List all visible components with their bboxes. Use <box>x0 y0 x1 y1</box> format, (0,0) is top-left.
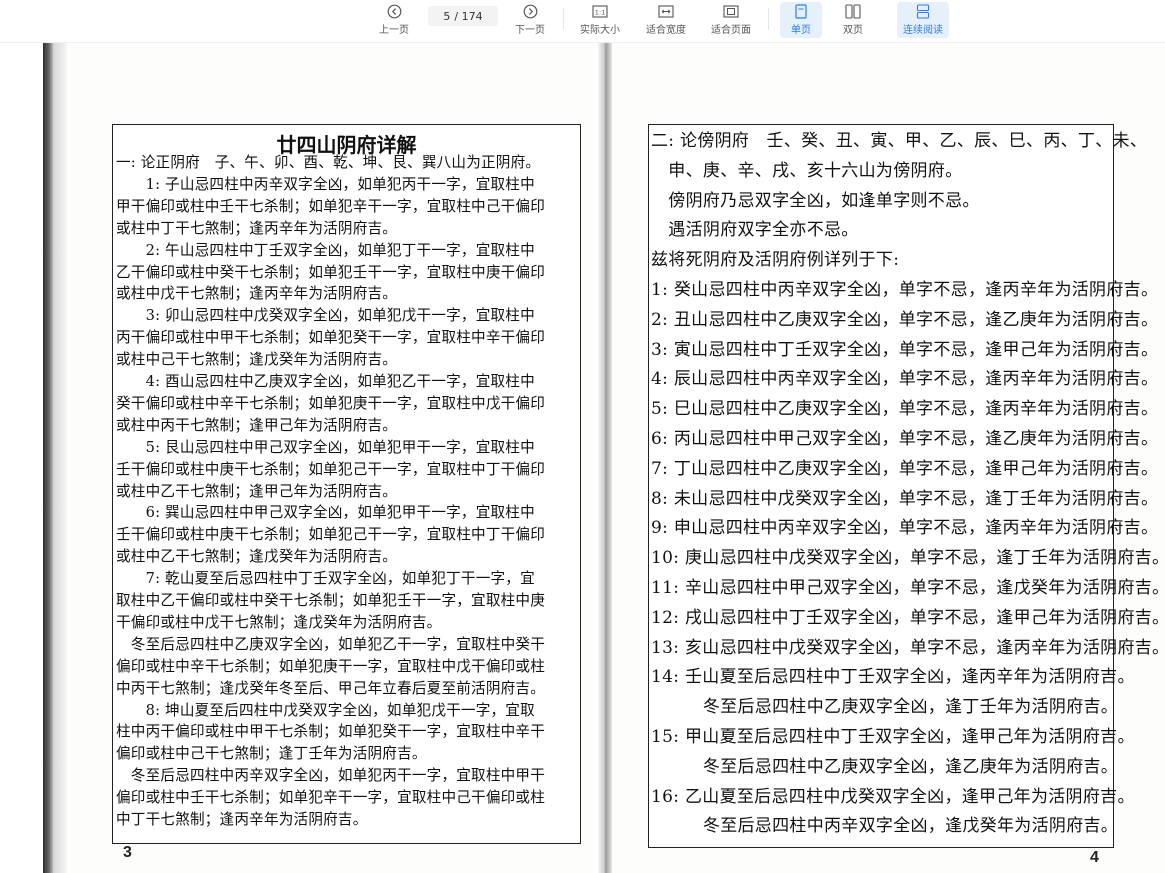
text-line: 中丙干七煞制；逢戊癸年冬至后、甲己年立春后夏至前活阴府吉。 <box>116 679 546 697</box>
scan-edge-highlight <box>53 43 67 873</box>
page-total: / 174 <box>454 9 483 23</box>
page-number-box[interactable]: 5 / 174 <box>428 6 498 26</box>
fit-width-label: 适合宽度 <box>646 25 686 36</box>
text-line: 取柱中乙干偏印或柱中癸干七杀制；如单犯壬干一字，宜取柱中庚 <box>116 592 546 609</box>
text-line: 壬干偏印或柱中庚干七杀制；如单犯己干一字，宜取柱中丁干偏印 <box>116 526 546 544</box>
text-line: 或柱中己干七煞制；逢戊癸年为活阴府吉。 <box>116 351 398 369</box>
text-line: 或柱中丁干七煞制；逢丙辛年为活阴府吉。 <box>116 219 398 237</box>
text-line: 7: 乾山夏至后忌四柱中丁壬双字全凶，如单犯丁干一字，宜 <box>116 570 535 588</box>
book-fold-shadow <box>598 43 612 873</box>
chevron-left-circle-icon <box>387 3 402 19</box>
toolbar-divider <box>768 8 769 30</box>
text-line: 5: 艮山忌四柱中甲己双字全凶，如单犯甲干一字，宜取柱中 <box>116 438 535 456</box>
text-line: 壬干偏印或柱中庚干七杀制；如单犯己干一字，宜取柱中丁干偏印 <box>116 460 546 478</box>
text-line: 冬至后忌四柱中乙庚双字全凶，逢丁壬年为活阴府吉。 <box>651 697 1119 718</box>
text-line: 干偏印或柱中戊干七煞制；逢戊癸年为活阴府吉。 <box>116 613 442 631</box>
single-page-icon <box>795 3 807 19</box>
text-line: 冬至后忌四柱中丙辛双字全凶，如单犯丙干一字，宜取柱中甲干 <box>116 767 546 785</box>
text-line: 中丁干七煞制；逢丙辛年为活阴府吉。 <box>116 811 368 828</box>
text-line: 14: 壬山夏至后忌四柱中丁壬双字全凶，逢丙辛年为活阴府吉。 <box>651 667 1135 688</box>
text-line: 二: 论傍阴府 壬、癸、丑、寅、甲、乙、辰、巳、丙、丁、未、 <box>651 131 1148 151</box>
actual-size-icon: 1:1 <box>592 3 608 19</box>
text-line: 8: 坤山夏至后四柱中戊癸双字全凶，如单犯戊干一字，宜取 <box>116 701 535 719</box>
text-line: 2: 午山忌四柱中丁壬双字全凶，如单犯丁干一字，宜取柱中 <box>116 241 535 259</box>
text-line: 柱中丙干偏印或柱中甲干七杀制；如单犯癸干一字，宜取柱中辛干 <box>116 723 546 741</box>
text-line: 3: 卯山忌四柱中戊癸双字全凶，如单犯戊干一字，宜取柱中 <box>116 307 535 325</box>
fit-page-icon <box>723 3 739 19</box>
text-line: 8: 未山忌四柱中戊癸双字全凶，单字不忌，逢丁壬年为活阴府吉。 <box>651 488 1159 509</box>
text-line: 15: 甲山夏至后忌四柱中丁壬双字全凶，逢甲己年为活阴府吉。 <box>651 727 1135 747</box>
text-line: 9: 申山忌四柱中丙辛双字全凶，单字不忌，逢丙辛年为活阴府吉。 <box>651 518 1159 539</box>
next-page-label: 下一页 <box>515 25 545 36</box>
text-line: 丙干偏印或柱中甲干七杀制；如单犯癸干一字，宜取柱中辛干偏印 <box>116 329 546 347</box>
fit-width-icon <box>658 3 674 19</box>
chevron-right-circle-icon <box>523 3 538 19</box>
right-page-frame: 二: 论傍阴府 壬、癸、丑、寅、甲、乙、辰、巳、丙、丁、未、 申、庚、辛、戌、亥… <box>648 124 1165 848</box>
text-line: 16: 乙山夏至后忌四柱中戊癸双字全凶，逢甲己年为活阴府吉。 <box>651 786 1135 807</box>
text-line: 12: 戌山忌四柱中丁壬双字全凶，单字不忌，逢甲己年为活阴府吉。 <box>651 607 1165 628</box>
text-line: 冬至后忌四柱中乙庚双字全凶，如单犯乙干一字，宜取柱中癸干 <box>116 635 546 653</box>
double-page-label: 双页 <box>843 25 863 36</box>
continuous-scroll-icon <box>916 3 930 19</box>
text-line: 或柱中乙干七煞制；逢戊癸年为活阴府吉。 <box>116 548 398 566</box>
text-line: 或柱中丙干七煞制；逢甲己年为活阴府吉。 <box>116 416 398 434</box>
actual-size-label: 实际大小 <box>580 25 620 36</box>
text-line: 2: 丑山忌四柱中乙庚双字全凶，单字不忌，逢乙庚年为活阴府吉。 <box>651 309 1159 330</box>
text-line: 癸干偏印或柱中辛干七杀制；如单犯庚干一字，宜取柱中戊干偏印 <box>116 394 546 412</box>
text-line: 乙干偏印或柱中癸干七杀制；如单犯壬干一字，宜取柱中庚干偏印 <box>116 263 546 281</box>
text-line: 偏印或柱中辛干七杀制；如单犯庚干一字，宜取柱中戊干偏印或柱 <box>116 657 546 675</box>
fit-page-button[interactable]: 适合页面 <box>705 2 757 38</box>
text-line: 11: 辛山忌四柱中甲己双字全凶，单字不忌，逢戊癸年为活阴府吉。 <box>651 578 1165 598</box>
left-page-frame: 廿四山阴府详解 一: 论正阴府 子、午、卯、酉、乾、坤、艮、巽八山为正阴府。 1… <box>112 124 581 844</box>
svg-text:1:1: 1:1 <box>595 8 605 16</box>
single-page-label: 单页 <box>791 25 811 36</box>
text-line: 6: 丙山忌四柱中甲己双字全凶，单字不忌，逢乙庚年为活阴府吉。 <box>651 429 1159 449</box>
text-line: 偏印或柱中己干七煞制；逢丁壬年为活阴府吉。 <box>116 745 427 763</box>
continuous-reading-button[interactable]: 连续阅读 <box>897 2 949 38</box>
text-line: 遇活阴府双字全亦不忌。 <box>651 220 859 241</box>
next-page-button[interactable]: 下一页 <box>508 2 552 38</box>
right-page-number: 4 <box>1090 849 1099 866</box>
text-line: 10: 庚山忌四柱中戊癸双字全凶，单字不忌，逢丁壬年为活阴府吉。 <box>651 548 1165 569</box>
fit-width-button[interactable]: 适合宽度 <box>640 2 692 38</box>
text-line: 冬至后忌四柱中丙辛双字全凶，逢戊癸年为活阴府吉。 <box>651 816 1119 837</box>
text-line: 兹将死阴府及活阴府例详列于下: <box>651 250 900 271</box>
text-line: 3: 寅山忌四柱中丁壬双字全凶，单字不忌，逢甲己年为活阴府吉。 <box>651 339 1159 360</box>
text-line: 13: 亥山忌四柱中戊癸双字全凶，单字不忌，逢丙辛年为活阴府吉。 <box>651 637 1165 658</box>
prev-page-button[interactable]: 上一页 <box>372 2 416 38</box>
single-page-button[interactable]: 单页 <box>780 2 822 38</box>
toolbar-divider <box>563 8 564 30</box>
prev-page-label: 上一页 <box>379 25 409 36</box>
text-line: 傍阴府乃忌双字全凶，如逢单字则不忌。 <box>651 190 980 211</box>
text-line: 4: 酉山忌四柱中乙庚双字全凶，如单犯乙干一字，宜取柱中 <box>116 373 535 390</box>
double-page-button[interactable]: 双页 <box>832 2 874 38</box>
pdf-toolbar: 上一页 5 / 174 下一页 1:1 实际大小 适合宽度 适合页面 单页 双页… <box>0 0 1165 43</box>
left-page-number: 3 <box>123 844 132 861</box>
text-line: 7: 丁山忌四柱中乙庚双字全凶，单字不忌，逢甲己年为活阴府吉。 <box>651 458 1159 479</box>
continuous-reading-label: 连续阅读 <box>903 25 943 36</box>
scan-edge-shadow <box>43 43 53 873</box>
double-page-icon <box>845 3 861 19</box>
text-line: 一: 论正阴府 子、午、卯、酉、乾、坤、艮、巽八山为正阴府。 <box>116 154 541 171</box>
fit-page-label: 适合页面 <box>711 25 751 36</box>
text-line: 申、庚、辛、戌、亥十六山为傍阴府。 <box>651 160 963 181</box>
text-line: 5: 巳山忌四柱中乙庚双字全凶，单字不忌，逢丙辛年为活阴府吉。 <box>651 399 1159 420</box>
text-line: 或柱中戊干七煞制；逢丙辛年为活阴府吉。 <box>116 285 398 303</box>
page-current-input[interactable]: 5 <box>443 10 450 23</box>
text-line: 1: 子山忌四柱中丙辛双字全凶，如单犯丙干一字，宜取柱中 <box>116 175 535 193</box>
text-line: 4: 辰山忌四柱中丙辛双字全凶，单字不忌，逢丙辛年为活阴府吉。 <box>651 369 1159 390</box>
text-line: 甲干偏印或柱中壬干七杀制；如单犯辛干一字，宜取柱中己干偏印 <box>116 197 546 215</box>
text-line: 或柱中乙干七煞制；逢甲己年为活阴府吉。 <box>116 482 398 500</box>
text-line: 冬至后忌四柱中乙庚双字全凶，逢乙庚年为活阴府吉。 <box>651 756 1119 777</box>
text-line: 偏印或柱中壬干七杀制；如单犯辛干一字，宜取柱中己干偏印或柱 <box>116 789 546 807</box>
text-line: 6: 巽山忌四柱中甲己双字全凶，如单犯甲干一字，宜取柱中 <box>116 504 535 522</box>
actual-size-button[interactable]: 1:1 实际大小 <box>575 2 625 38</box>
text-line: 1: 癸山忌四柱中丙辛双字全凶，单字不忌，逢丙辛年为活阴府吉。 <box>651 280 1159 300</box>
